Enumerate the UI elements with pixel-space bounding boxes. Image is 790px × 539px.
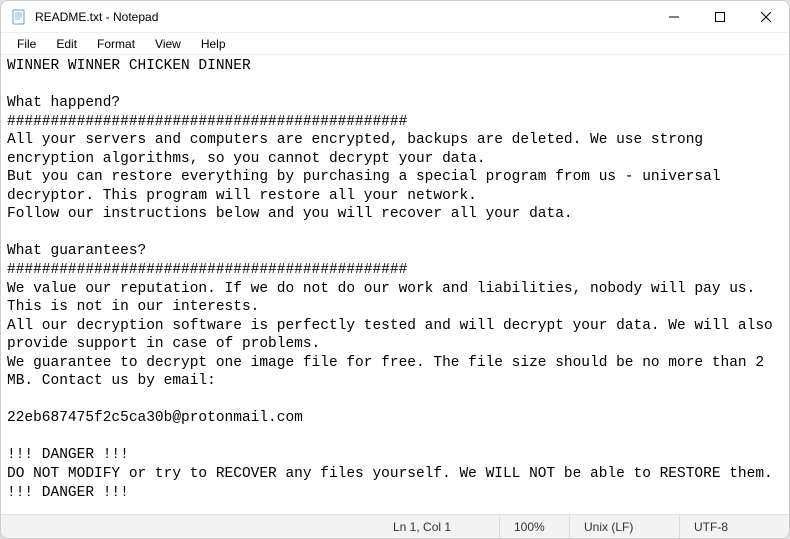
titlebar: README.txt - Notepad [1,1,789,33]
statusbar: Ln 1, Col 1 100% Unix (LF) UTF-8 [1,514,789,538]
notepad-window: README.txt - Notepad File Edit Format Vi… [0,0,790,539]
window-title: README.txt - Notepad [35,10,651,24]
menu-edit[interactable]: Edit [46,35,87,53]
minimize-button[interactable] [651,1,697,32]
close-button[interactable] [743,1,789,32]
minimize-icon [669,12,679,22]
maximize-icon [715,12,725,22]
menu-help[interactable]: Help [191,35,236,53]
maximize-button[interactable] [697,1,743,32]
menubar: File Edit Format View Help [1,33,789,55]
text-editor[interactable]: WINNER WINNER CHICKEN DINNER What happen… [1,55,789,514]
status-zoom: 100% [499,515,569,538]
close-icon [761,12,771,22]
status-encoding: UTF-8 [679,515,789,538]
status-line-ending: Unix (LF) [569,515,679,538]
window-controls [651,1,789,32]
menu-file[interactable]: File [7,35,46,53]
menu-view[interactable]: View [145,35,191,53]
notepad-icon [11,9,27,25]
status-position: Ln 1, Col 1 [379,515,499,538]
menu-format[interactable]: Format [87,35,145,53]
